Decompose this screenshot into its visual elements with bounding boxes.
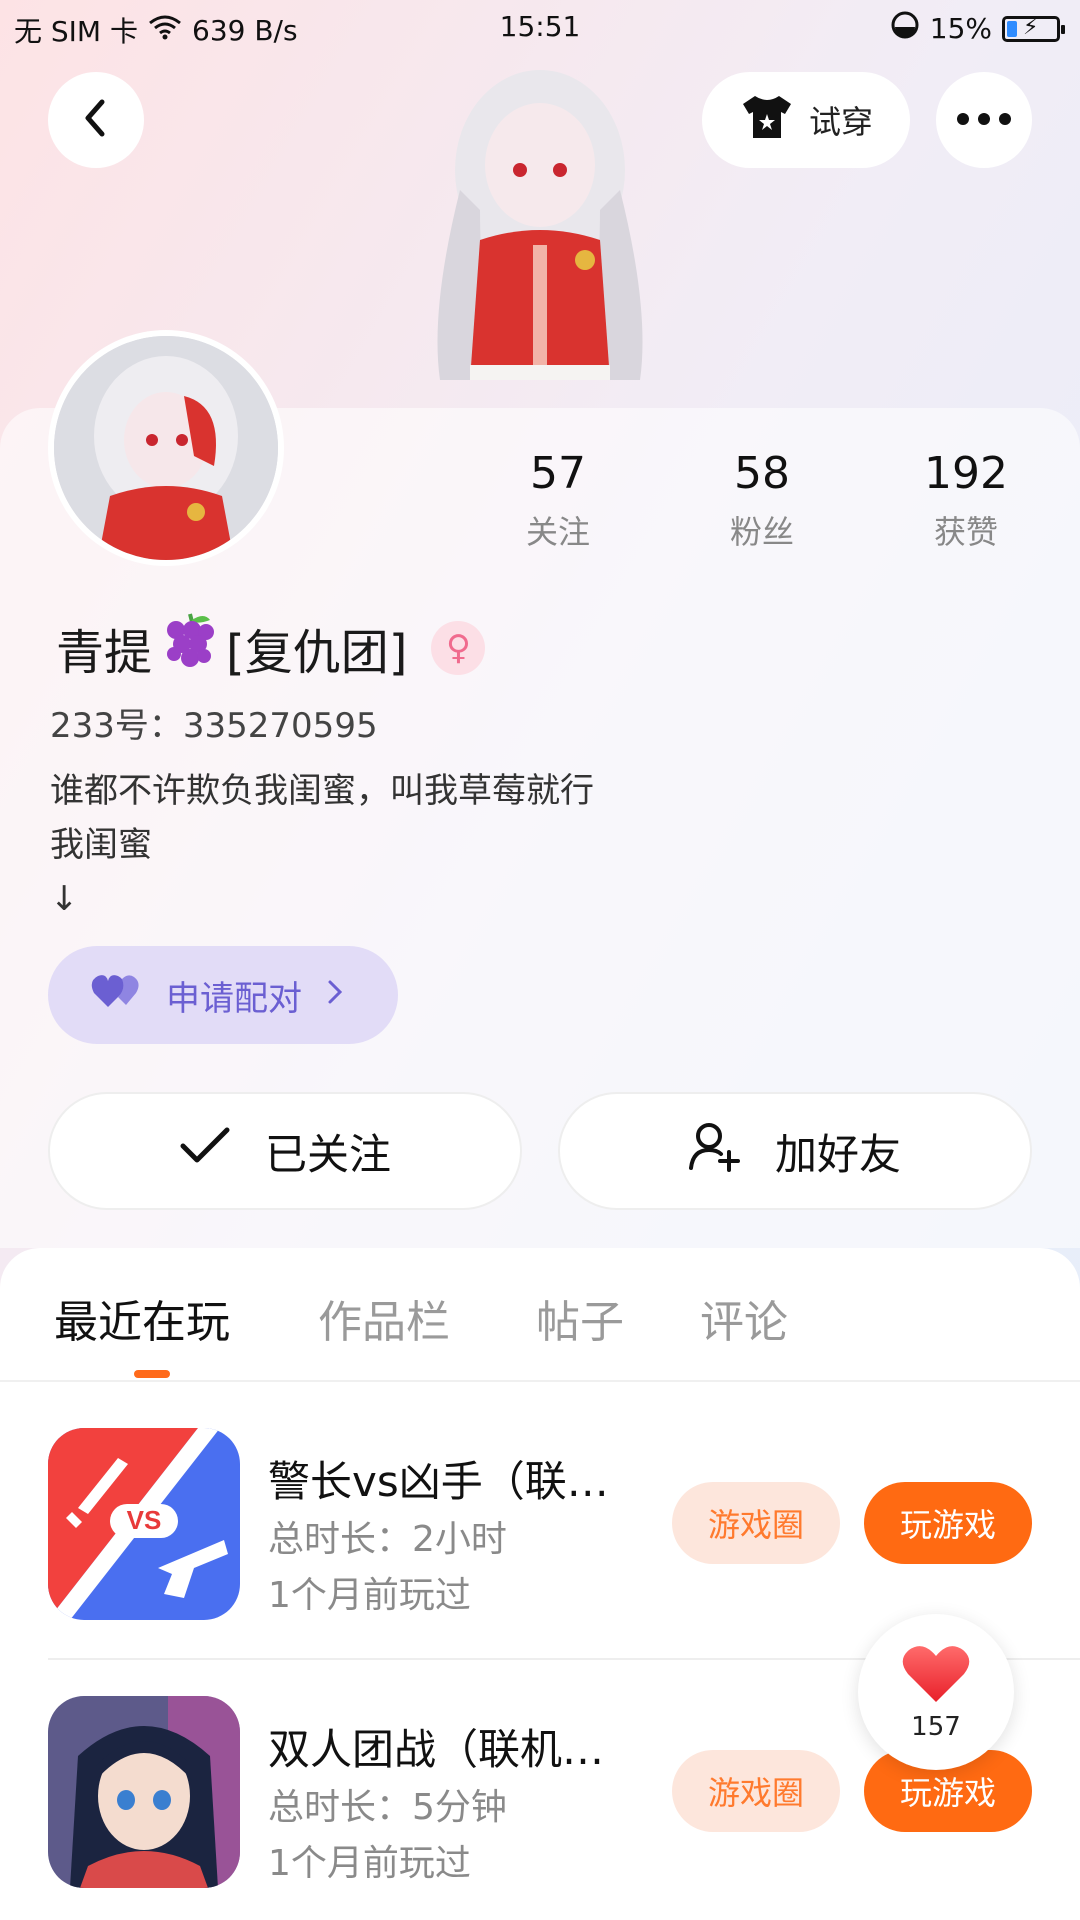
grape-icon	[160, 610, 218, 686]
moon-icon	[890, 10, 920, 47]
game-circle-button[interactable]: 游戏圈	[672, 1750, 840, 1832]
game-duration: 总时长：2小时	[268, 1519, 507, 1560]
following-count: 57	[530, 448, 586, 499]
status-bar: 无 SIM 卡 639 B/s 15:51 15% ⚡	[0, 0, 1080, 52]
hero-character-image	[410, 50, 670, 410]
bio-text: 谁都不许欺负我闺蜜，叫我草莓就行 我闺蜜 ↓	[50, 771, 594, 919]
female-gender-icon: ♀	[431, 621, 486, 675]
check-icon	[179, 1126, 231, 1176]
chevron-right-icon	[326, 975, 344, 1015]
game-icon-duo-battle[interactable]	[48, 1696, 240, 1888]
nickname-suffix: [复仇团]	[226, 625, 408, 681]
likes-count: 192	[924, 448, 1008, 499]
followed-button[interactable]: 已关注	[48, 1092, 522, 1210]
heart-icon	[901, 1642, 971, 1708]
game-circle-button[interactable]: 游戏圈	[672, 1482, 840, 1564]
game-title: 双人团战（联机…	[268, 1725, 605, 1774]
tab-works[interactable]: 作品栏	[318, 1286, 450, 1350]
tab-recently-played[interactable]: 最近在玩	[54, 1286, 230, 1350]
chevron-left-icon	[78, 98, 114, 142]
vs-logo-text: VS	[127, 1505, 162, 1535]
followers-count: 58	[734, 448, 790, 499]
stat-followers[interactable]: 58 粉丝	[692, 448, 832, 553]
tshirt-icon	[739, 92, 795, 148]
play-game-button[interactable]: 玩游戏	[864, 1482, 1032, 1564]
nickname-prefix: 青提	[56, 625, 153, 681]
profile-avatar[interactable]	[48, 330, 284, 566]
request-pair-button[interactable]: 申请配对	[48, 946, 398, 1044]
followers-label: 粉丝	[729, 513, 794, 551]
try-on-label: 试穿	[808, 103, 873, 141]
like-count: 157	[911, 1712, 961, 1742]
double-heart-icon	[90, 971, 142, 1020]
add-user-icon	[688, 1120, 741, 1182]
game-duration: 总时长：5分钟	[268, 1787, 507, 1828]
pair-label: 申请配对	[166, 978, 302, 1019]
add-friend-label: 加好友	[774, 1129, 901, 1179]
game-title: 警长vs凶手（联…	[268, 1457, 609, 1506]
nickname: 青提 [复仇团] ♀	[56, 610, 486, 686]
followed-label: 已关注	[264, 1129, 391, 1179]
add-friend-button[interactable]: 加好友	[558, 1092, 1032, 1210]
battery-icon: ⚡	[1002, 15, 1065, 42]
like-button[interactable]: 157	[858, 1614, 1014, 1770]
more-options-button[interactable]	[936, 72, 1032, 168]
following-label: 关注	[525, 513, 590, 551]
game-list-item[interactable]: VS 警长vs凶手（联… 总时长：2小时 1个月前玩过 游戏圈 玩游戏	[0, 1428, 1080, 1628]
tab-comments[interactable]: 评论	[700, 1286, 788, 1350]
user-id: 233号：335270595	[50, 706, 378, 746]
game-last-played: 1个月前玩过	[268, 1575, 471, 1616]
tab-posts[interactable]: 帖子	[536, 1286, 624, 1350]
game-icon-sheriff-vs-killer[interactable]: VS	[48, 1428, 240, 1620]
back-button[interactable]	[48, 72, 144, 168]
likes-label: 获赞	[933, 513, 998, 551]
tab-divider	[0, 1380, 1080, 1382]
game-last-played: 1个月前玩过	[268, 1843, 471, 1884]
battery-percent: 15%	[929, 12, 992, 45]
active-tab-indicator	[134, 1370, 170, 1378]
stat-likes[interactable]: 192 获赞	[896, 448, 1036, 553]
try-on-button[interactable]: 试穿	[702, 72, 910, 168]
stat-following[interactable]: 57 关注	[488, 448, 628, 553]
more-dots-icon	[956, 111, 1012, 130]
